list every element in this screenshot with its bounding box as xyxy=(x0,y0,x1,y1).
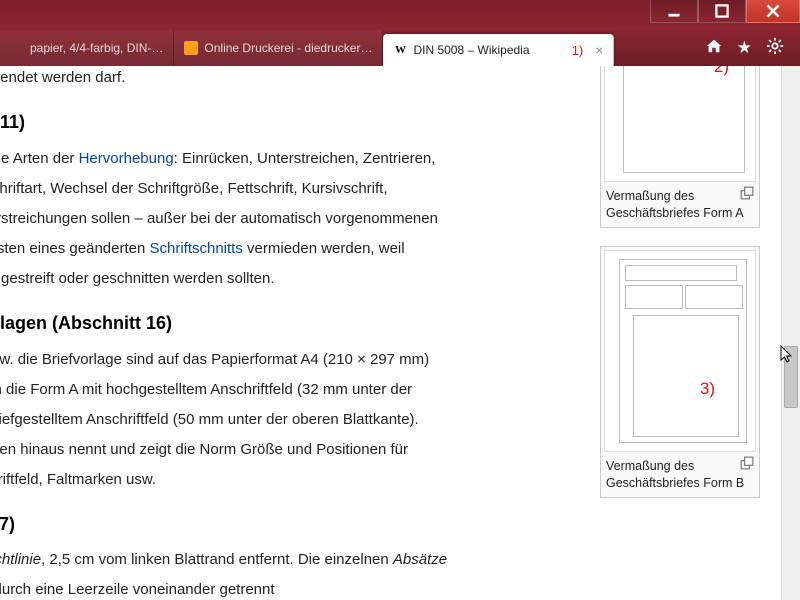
link-schriftschnitts[interactable]: Schriftschnitts xyxy=(149,240,242,257)
text-line: der Schriftart, Wechsel der Schriftgröße… xyxy=(0,177,546,201)
favicon-generic xyxy=(10,41,24,55)
text-line: ) nicht gestreift oder geschnitten werde… xyxy=(0,267,546,291)
tab-label: papier, 4/4-farbig, DIN-… xyxy=(30,41,163,55)
window-controls xyxy=(650,0,800,23)
link-hervorhebung[interactable]: Hervorhebung xyxy=(79,150,174,167)
settings-gear-icon[interactable] xyxy=(766,37,784,60)
tab-0[interactable]: papier, 4/4-farbig, DIN-… xyxy=(0,30,174,66)
wikipedia-favicon: W xyxy=(393,43,407,57)
tab-label: DIN 5008 – Wikipedia xyxy=(413,43,561,57)
enlarge-icon[interactable] xyxy=(740,186,754,200)
figure-form-a[interactable]: 2) Vermaßung des Geschäftsbriefes Form A xyxy=(600,66,760,228)
text-line: B mit tiefgestelltem Anschriftfeld (50 m… xyxy=(0,408,546,432)
toolbar-right: ★ xyxy=(693,30,796,66)
figure-caption: Vermaßung des Geschäftsbriefes Form A xyxy=(604,182,756,224)
window-titlebar xyxy=(0,0,800,30)
text-line: er Fluchtlinie, 2,5 cm vom linken Blattr… xyxy=(0,548,546,572)
tab-bar: papier, 4/4-farbig, DIN-… Online Drucker… xyxy=(0,30,800,66)
figure-image: 2) xyxy=(604,66,756,182)
maximize-button[interactable] xyxy=(698,0,746,23)
tab-1[interactable]: Online Druckerei - diedrucker… xyxy=(174,30,383,66)
tab-2-active[interactable]: W DIN 5008 – Wikipedia 1) × xyxy=(383,34,614,66)
text-line: uck bzw. die Briefvorlage sind auf das P… xyxy=(0,348,546,372)
home-icon[interactable] xyxy=(705,37,723,60)
bookmark-star-icon[interactable]: ★ xyxy=(737,38,752,58)
annotation-1: 1) xyxy=(572,43,584,58)
annotation-3: 3) xyxy=(700,379,715,399)
article-sidebar: 2) Vermaßung des Geschäftsbriefes Form A… xyxy=(600,66,760,516)
text-line: weils durch eine Leerzeile voneinander g… xyxy=(0,578,546,600)
text-line: . Unterstreichungen sollen – außer bei d… xyxy=(0,207,546,231)
text-line: zugunsten eines geänderten Schriftschnit… xyxy=(0,237,546,261)
article-body: h verwendet werden darf. hnitt 11) olgen… xyxy=(0,66,556,600)
text-line: Angaben hinaus nennt und zeigt die Norm … xyxy=(0,438,546,462)
scrollbar-track[interactable] xyxy=(782,66,800,600)
scrollbar-thumb[interactable] xyxy=(784,346,798,408)
minimize-button[interactable] xyxy=(650,0,698,23)
enlarge-icon[interactable] xyxy=(740,456,754,470)
vertical-scrollbar[interactable] xyxy=(781,66,800,600)
figure-caption: Vermaßung des Geschäftsbriefes Form B xyxy=(604,452,756,494)
figure-form-b[interactable]: 3) Vermaßung des Geschäftsbriefes Form B xyxy=(600,246,760,498)
text-line: Anschriftfeld, Faltmarken usw. xyxy=(0,468,546,492)
section-heading: nitt 17) xyxy=(0,510,546,539)
section-heading: hnitt 11) xyxy=(0,108,546,137)
close-button[interactable] xyxy=(746,0,800,23)
page-content: h verwendet werden darf. hnitt 11) olgen… xyxy=(0,66,780,600)
figure-image: 3) xyxy=(604,250,756,452)
annotation-2: 2) xyxy=(714,66,729,77)
section-heading: efvorlagen (Abschnitt 16) xyxy=(0,309,546,338)
favicon-orange xyxy=(184,41,198,55)
tab-close-icon[interactable]: × xyxy=(595,42,603,58)
tab-label: Online Druckerei - diedrucker… xyxy=(204,41,372,55)
text-line: verden die Form A mit hochgestelltem Ans… xyxy=(0,378,546,402)
text-line: olgende Arten der Hervorhebung: Einrücke… xyxy=(0,147,546,171)
text-line: h verwendet werden darf. xyxy=(0,66,546,90)
